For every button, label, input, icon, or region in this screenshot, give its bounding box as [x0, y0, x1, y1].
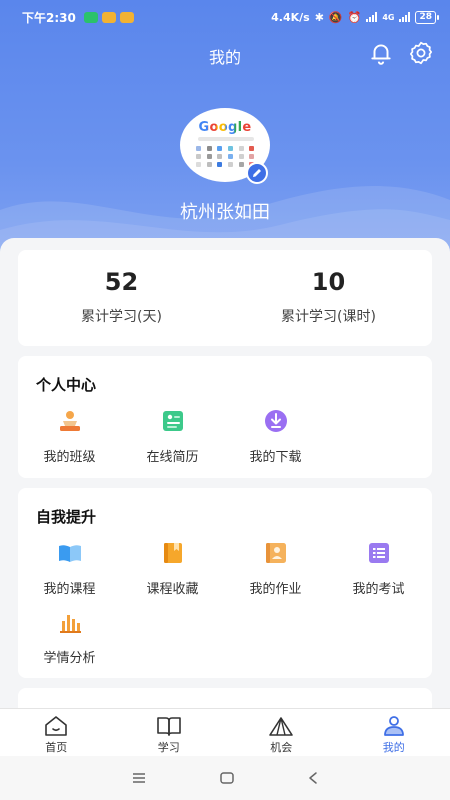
tent-icon [269, 717, 294, 736]
my-course-item[interactable]: 我的课程 [18, 540, 121, 597]
tab-label: 学习 [157, 741, 180, 754]
home-icon [45, 716, 68, 736]
back-icon[interactable] [307, 771, 319, 785]
bell-icon[interactable] [368, 40, 394, 66]
tab-mine[interactable]: 我的 [338, 709, 450, 756]
stat-study-days[interactable]: 52 累计学习(天) [18, 250, 225, 346]
edit-avatar-button[interactable] [246, 162, 268, 184]
notification-app-icon [119, 11, 134, 23]
avatar-google-logo: Google [182, 120, 268, 135]
online-resume-item[interactable]: 在线简历 [121, 408, 224, 465]
stat-study-hours[interactable]: 10 累计学习(课时) [225, 250, 432, 346]
analysis-icon [59, 615, 81, 633]
stat-value: 52 [104, 268, 139, 296]
battery-icon: 28 [415, 10, 439, 24]
tab-label: 我的 [382, 741, 405, 754]
homework-icon [265, 543, 286, 563]
personal-center-card: 个人中心 我的班级 在线简历 我的下载 [18, 356, 432, 478]
item-label: 课程收藏 [146, 582, 199, 597]
item-label: 我的考试 [352, 582, 405, 597]
signal-icon [366, 12, 378, 22]
menu-icon[interactable] [131, 772, 147, 784]
self-improve-card: 自我提升 我的课程 课程收藏 我的作业 我的考试 学情分析 [18, 488, 432, 678]
signal-tag: 4G [382, 12, 395, 22]
mute-icon: 🔕 [328, 10, 343, 24]
stat-value: 10 [311, 268, 346, 296]
my-download-item[interactable]: 我的下载 [224, 408, 327, 465]
item-label: 在线简历 [146, 450, 199, 465]
pencil-icon [253, 169, 261, 177]
bottom-tab-bar: 首页 学习 机会 我的 [0, 708, 450, 756]
study-analysis-item[interactable]: 学情分析 [18, 609, 121, 666]
item-label: 我的作业 [249, 582, 302, 597]
resume-icon [162, 411, 183, 431]
book-icon [156, 717, 181, 736]
stat-label: 累计学习(天) [81, 309, 162, 325]
user-name: 杭州张如田 [180, 202, 270, 223]
status-time: 下午2:30 [22, 10, 76, 25]
profile-icon [383, 716, 404, 736]
tab-opportunity[interactable]: 机会 [225, 709, 338, 756]
avatar-text: Google [198, 120, 252, 135]
exam-icon [368, 543, 389, 563]
tab-home[interactable]: 首页 [0, 709, 113, 756]
bluetooth-icon: ✱ [314, 10, 324, 24]
section-title: 个人中心 [36, 376, 97, 394]
my-class-item[interactable]: 我的班级 [18, 408, 121, 465]
avatar-search-bar [198, 137, 254, 141]
tab-label: 首页 [45, 741, 68, 754]
tab-label: 机会 [270, 741, 293, 754]
study-stats-card: 52 累计学习(天) 10 累计学习(课时) [18, 250, 432, 346]
my-exam-item[interactable]: 我的考试 [327, 540, 430, 597]
notification-app-icon [101, 11, 116, 23]
alarm-icon: ⏰ [347, 10, 362, 24]
stat-label: 累计学习(课时) [281, 309, 376, 325]
signal-icon-2 [399, 12, 411, 22]
favorite-icon [163, 543, 182, 563]
status-bar: 下午2:30 4.4K/s ✱ 🔕 ⏰ 4G 28 [0, 0, 450, 34]
tab-study[interactable]: 学习 [113, 709, 226, 756]
network-speed: 4.4K/s [271, 10, 310, 24]
class-icon [59, 411, 80, 431]
course-favorite-item[interactable]: 课程收藏 [121, 540, 224, 597]
item-label: 我的班级 [43, 450, 96, 465]
item-label: 我的课程 [43, 582, 96, 597]
system-navigation-bar [0, 756, 450, 800]
home-button-icon[interactable] [219, 771, 235, 785]
gear-icon[interactable] [408, 40, 434, 66]
course-icon [58, 545, 81, 562]
section-title: 自我提升 [36, 508, 97, 526]
download-icon [264, 410, 287, 432]
item-label: 我的下载 [249, 450, 302, 465]
item-label: 学情分析 [43, 651, 96, 666]
my-homework-item[interactable]: 我的作业 [224, 540, 327, 597]
wechat-icon [83, 11, 98, 23]
